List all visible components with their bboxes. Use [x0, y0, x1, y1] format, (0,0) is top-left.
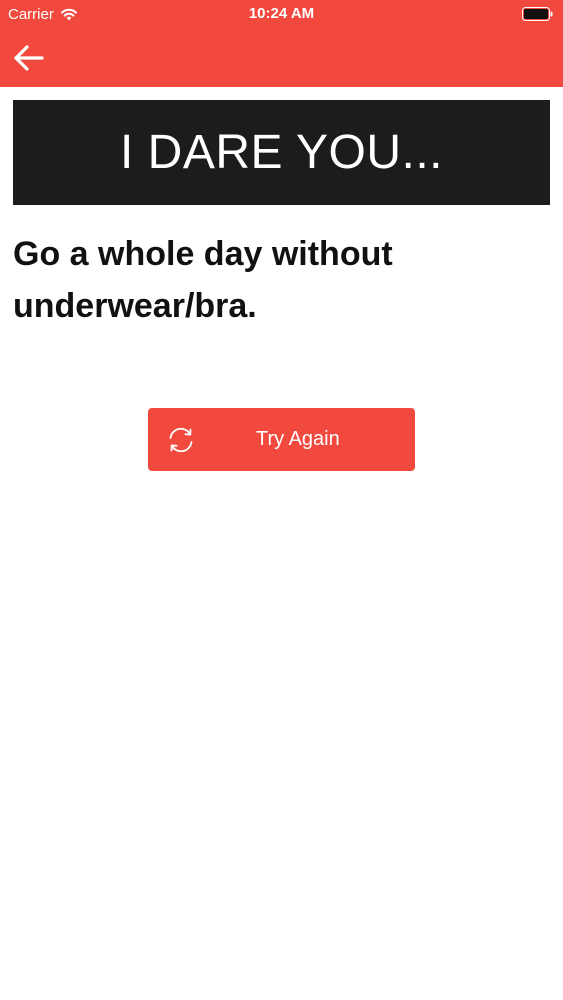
dare-text: Go a whole day without underwear/bra. [13, 235, 393, 325]
battery-icon [522, 7, 553, 21]
status-time: 10:24 AM [248, 5, 315, 22]
refresh-icon [169, 427, 193, 453]
try-again-button[interactable]: Try Again [148, 408, 415, 471]
dare-banner: I DARE YOU... [13, 100, 550, 205]
nav-bar [0, 28, 563, 87]
arrow-left-icon [14, 45, 44, 71]
banner-text: I DARE YOU... [119, 126, 444, 179]
back-button[interactable] [8, 40, 48, 76]
status-bar: Carrier 10:24 AM [0, 0, 563, 28]
try-again-label: Try Again [256, 428, 340, 450]
